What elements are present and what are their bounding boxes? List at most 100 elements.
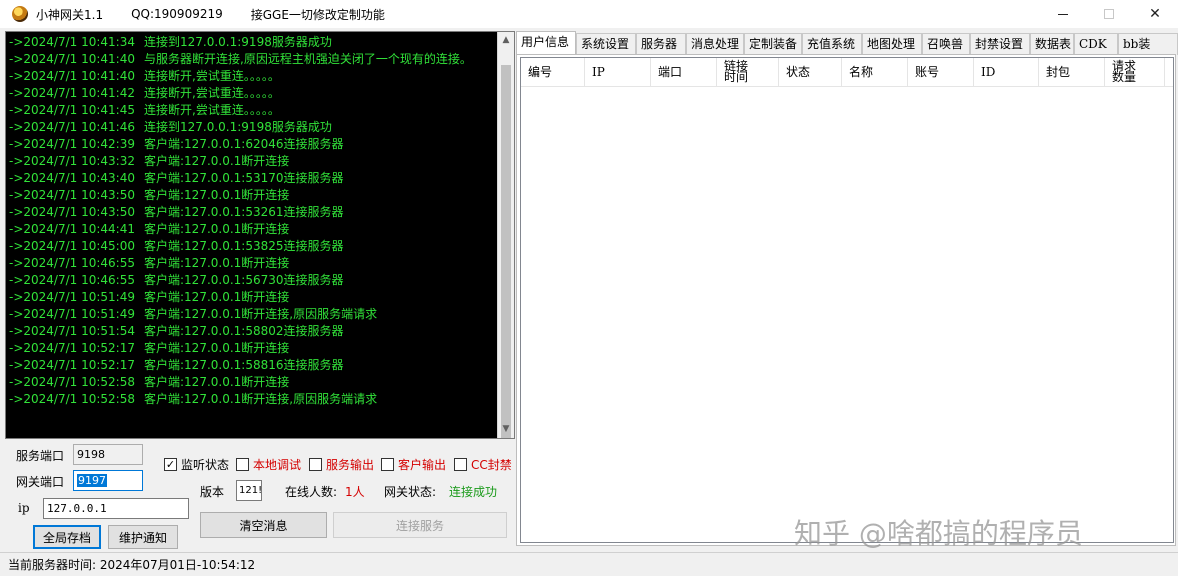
maintenance-notice-button[interactable]: 维护通知 <box>108 525 178 549</box>
gateway-port-input[interactable]: 9197 <box>73 470 143 491</box>
log-line: ->2024/7/1 10:52:17 客户端:127.0.0.1断开连接 <box>9 340 496 357</box>
col-name[interactable]: 名称 <box>842 58 908 86</box>
log-timestamp: ->2024/7/1 10:52:17 <box>9 358 135 372</box>
server-port-input[interactable]: 9198 <box>73 444 143 465</box>
version-input[interactable]: 121! <box>236 480 262 501</box>
tab-recharge-system[interactable]: 充值系统 <box>802 33 862 55</box>
log-timestamp: ->2024/7/1 10:43:50 <box>9 188 135 202</box>
log-line: ->2024/7/1 10:43:32 客户端:127.0.0.1断开连接 <box>9 153 496 170</box>
log-line: ->2024/7/1 10:46:55 客户端:127.0.0.1:56730连接… <box>9 272 496 289</box>
log-message: 客户端:127.0.0.1:62046连接服务器 <box>144 137 344 151</box>
watermark: 知乎 @啥都搞的程序员 <box>794 517 1083 550</box>
connect-server-button[interactable]: 连接服务 <box>333 512 507 538</box>
log-message: 连接断开,尝试重连。。。。。 <box>144 86 280 100</box>
log-message: 连接到127.0.0.1:9198服务器成功 <box>144 35 332 49</box>
log-timestamp: ->2024/7/1 10:43:32 <box>9 154 135 168</box>
log-line: ->2024/7/1 10:41:45 连接断开,尝试重连。。。。。 <box>9 102 496 119</box>
log-line: ->2024/7/1 10:43:50 客户端:127.0.0.1:53261连接… <box>9 204 496 221</box>
log-message: 客户端:127.0.0.1:53825连接服务器 <box>144 239 344 253</box>
scroll-thumb[interactable] <box>501 65 511 438</box>
checkbox-empty-icon <box>454 458 467 471</box>
log-message: 连接到127.0.0.1:9198服务器成功 <box>144 120 332 134</box>
tab-ban-settings[interactable]: 封禁设置 <box>970 33 1030 55</box>
checkmark-icon: ✓ <box>164 458 177 471</box>
user-list[interactable]: 编号 IP 端口 链接时间 状态 名称 账号 ID 封包 请求数量 <box>520 57 1174 543</box>
column-header-label: 名称 <box>849 64 874 79</box>
tab-map-handling[interactable]: 地图处理 <box>862 33 922 55</box>
column-header-label: 封包 <box>1046 64 1071 79</box>
gateway-status-value: 连接成功 <box>449 485 498 499</box>
ad-text: 接GGE一切修改定制功能 <box>250 7 385 22</box>
log-message: 客户端:127.0.0.1断开连接 <box>144 222 290 236</box>
tab-summon-beast[interactable]: 召唤兽 <box>922 33 970 55</box>
close-button[interactable]: ✕ <box>1132 0 1178 28</box>
log-timestamp: ->2024/7/1 10:41:42 <box>9 86 135 100</box>
col-account[interactable]: 账号 <box>908 58 974 86</box>
tab-server[interactable]: 服务器 <box>636 33 686 55</box>
save-all-button[interactable]: 全局存档 <box>33 525 101 549</box>
gateway-status-label: 网关状态: <box>384 485 437 499</box>
client-output-checkbox[interactable]: 客户输出 <box>381 456 446 473</box>
listen-state-checkbox[interactable]: ✓ 监听状态 <box>164 456 229 473</box>
maximize-button[interactable] <box>1086 0 1132 28</box>
log-message: 客户端:127.0.0.1断开连接 <box>144 154 290 168</box>
close-icon: ✕ <box>1149 6 1161 22</box>
checkbox-empty-icon <box>381 458 394 471</box>
col-status[interactable]: 状态 <box>779 58 842 86</box>
online-count-label: 在线人数: <box>285 485 338 499</box>
col-ip[interactable]: IP <box>585 58 651 86</box>
col-number[interactable]: 编号 <box>521 58 585 86</box>
scroll-down-icon[interactable]: ▼ <box>498 421 514 438</box>
tab-bb-equipment[interactable]: bb装 <box>1118 33 1178 55</box>
log-line: ->2024/7/1 10:41:34 连接到127.0.0.1:9198服务器成… <box>9 34 496 51</box>
status-bar: 当前服务器时间: 2024年07月01日-10:54:12 <box>0 552 1178 576</box>
column-header-label: ID <box>981 64 996 79</box>
column-header-label: 端口 <box>658 64 683 79</box>
log-timestamp: ->2024/7/1 10:51:54 <box>9 324 135 338</box>
server-output-checkbox[interactable]: 服务输出 <box>309 456 374 473</box>
log-message: 客户端:127.0.0.1断开连接 <box>144 188 290 202</box>
log-timestamp: ->2024/7/1 10:44:41 <box>9 222 135 236</box>
log-timestamp: ->2024/7/1 10:43:50 <box>9 205 135 219</box>
log-message: 客户端:127.0.0.1:58816连接服务器 <box>144 358 344 372</box>
log-timestamp: ->2024/7/1 10:41:45 <box>9 103 135 117</box>
clear-messages-button[interactable]: 清空消息 <box>200 512 327 538</box>
listen-state-label: 监听状态 <box>181 458 230 472</box>
col-connect-time[interactable]: 链接时间 <box>717 58 779 86</box>
log-timestamp: ->2024/7/1 10:46:55 <box>9 273 135 287</box>
log-line: ->2024/7/1 10:51:49 客户端:127.0.0.1断开连接,原因服… <box>9 306 496 323</box>
qq-contact: QQ:190909219 <box>131 7 223 21</box>
scroll-up-icon[interactable]: ▲ <box>498 32 514 49</box>
server-port-label: 服务端口 <box>16 449 65 463</box>
local-debug-label: 本地调试 <box>253 458 302 472</box>
local-debug-checkbox[interactable]: 本地调试 <box>236 456 301 473</box>
log-scrollbar[interactable]: ▲ ▼ <box>497 32 514 438</box>
minimize-button[interactable] <box>1040 0 1086 28</box>
log-timestamp: ->2024/7/1 10:41:40 <box>9 69 135 83</box>
column-header-label: 链接时间 <box>724 59 749 84</box>
col-port[interactable]: 端口 <box>651 58 717 86</box>
col-id[interactable]: ID <box>974 58 1039 86</box>
ip-input[interactable]: 127.0.0.1 <box>43 498 189 519</box>
col-request-count[interactable]: 请求数量 <box>1105 58 1165 86</box>
col-packet[interactable]: 封包 <box>1039 58 1105 86</box>
cc-block-checkbox[interactable]: CC封禁 <box>454 456 512 473</box>
tab-message-handling[interactable]: 消息处理 <box>686 33 744 55</box>
tab-system-settings[interactable]: 系统设置 <box>576 33 636 55</box>
log-line: ->2024/7/1 10:52:58 客户端:127.0.0.1断开连接 <box>9 374 496 391</box>
log-message: 客户端:127.0.0.1:53170连接服务器 <box>144 171 344 185</box>
ip-label: ip <box>18 501 30 515</box>
tab-custom-equipment[interactable]: 定制装备 <box>744 33 802 55</box>
tab-user-info[interactable]: 用户信息 <box>516 31 576 55</box>
tab-data-table[interactable]: 数据表 <box>1030 33 1074 55</box>
log-line: ->2024/7/1 10:41:40 与服务器断开连接,原因远程主机强迫关闭了一… <box>9 51 496 68</box>
client-output-label: 客户输出 <box>398 458 447 472</box>
gateway-port-value: 9197 <box>77 474 107 487</box>
log-console[interactable]: ->2024/7/1 10:41:34 连接到127.0.0.1:9198服务器成… <box>5 31 515 439</box>
server-output-label: 服务输出 <box>326 458 375 472</box>
window-controls: ✕ <box>1040 0 1178 28</box>
log-line: ->2024/7/1 10:51:49 客户端:127.0.0.1断开连接 <box>9 289 496 306</box>
user-list-header: 编号 IP 端口 链接时间 状态 名称 账号 ID 封包 请求数量 <box>521 58 1173 87</box>
tab-cdk[interactable]: CDK <box>1074 33 1118 55</box>
log-message: 客户端:127.0.0.1断开连接 <box>144 375 290 389</box>
